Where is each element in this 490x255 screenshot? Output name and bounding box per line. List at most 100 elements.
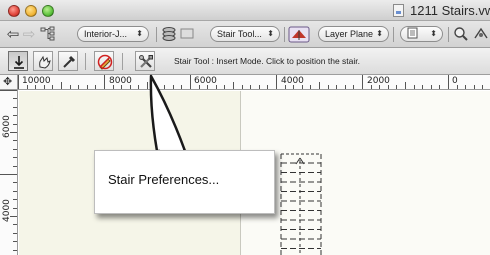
layer-plane-dropdown[interactable]: Layer Plane ⬍ xyxy=(318,26,389,42)
ruler-tick xyxy=(13,182,17,184)
ruler-tick xyxy=(13,98,17,100)
back-arrow-icon[interactable]: ⇦ xyxy=(6,26,20,43)
horizontal-ruler[interactable]: 10000 8000 6000 4000 2000 0 xyxy=(18,75,490,90)
stair-preferences-button[interactable] xyxy=(135,51,155,71)
dropdown-arrows-icon: ⬍ xyxy=(376,29,383,38)
ruler-tick xyxy=(405,82,406,89)
toolbar-divider xyxy=(393,27,394,42)
ruler-tick xyxy=(61,82,62,89)
zoom-window-button[interactable] xyxy=(42,5,54,17)
class-hierarchy-icon[interactable] xyxy=(40,26,58,43)
toolbar-divider xyxy=(284,27,285,42)
ruler-tick xyxy=(13,157,17,159)
ruler-tick xyxy=(336,85,338,89)
flyover-icon[interactable] xyxy=(288,26,310,43)
insert-arrow-icon xyxy=(14,56,24,69)
ruler-tick xyxy=(190,75,191,89)
ruler-tick xyxy=(13,199,17,201)
mode-divider xyxy=(85,53,86,70)
minimize-window-button[interactable] xyxy=(25,5,37,17)
ruler-label: 2000 xyxy=(367,76,390,86)
ruler-tick xyxy=(319,82,320,89)
active-class-value: Interior-J... xyxy=(84,29,128,39)
ruler-tick xyxy=(422,85,424,89)
ruler-tick xyxy=(473,85,475,89)
ruler-tick xyxy=(310,85,312,89)
ruler-tick xyxy=(224,85,226,89)
ruler-label: 10000 xyxy=(22,76,51,86)
alignment-mode-button[interactable] xyxy=(33,51,53,71)
insert-mode-button[interactable] xyxy=(8,51,28,71)
ruler-tick xyxy=(13,207,17,209)
forward-arrow-icon[interactable]: ⇨ xyxy=(22,26,36,43)
ruler-tick xyxy=(344,85,346,89)
ruler-tick xyxy=(13,106,17,108)
ruler-tick xyxy=(13,165,17,167)
saved-view-icon[interactable] xyxy=(180,26,194,43)
ruler-tick xyxy=(258,85,260,89)
ruler-tick xyxy=(439,85,441,89)
ruler-label: 4000 xyxy=(281,76,304,86)
ruler-tick xyxy=(104,75,105,89)
eyedropper-icon xyxy=(63,55,76,68)
layer-stack-icon[interactable] xyxy=(161,26,177,43)
ruler-origin-corner[interactable]: ✥ xyxy=(0,75,18,90)
ruler-tick xyxy=(413,85,415,89)
ruler-tick xyxy=(164,85,166,89)
pickup-mode-button[interactable] xyxy=(58,51,78,71)
ruler-label: 6000 xyxy=(194,76,217,86)
ruler-tick xyxy=(241,85,243,89)
dropdown-arrows-icon: ⬍ xyxy=(430,29,437,38)
mode-divider xyxy=(122,53,123,70)
page-icon xyxy=(407,27,418,39)
mode-help-text: Stair Tool : Insert Mode. Click to posit… xyxy=(174,56,360,66)
ruler-tick xyxy=(52,85,54,89)
ruler-tick xyxy=(13,224,17,226)
ruler-tick xyxy=(362,75,363,89)
ruler-tick xyxy=(13,148,17,150)
ruler-tick xyxy=(13,115,17,117)
page-view-dropdown[interactable]: ⬍ xyxy=(400,26,443,42)
document-icon xyxy=(393,4,404,17)
ruler-label: 4000 xyxy=(2,199,12,222)
ruler-tick xyxy=(267,85,269,89)
close-window-button[interactable] xyxy=(8,5,20,17)
active-tool-dropdown[interactable]: Stair Tool... ⬍ xyxy=(210,26,280,42)
active-class-dropdown[interactable]: Interior-J... ⬍ xyxy=(77,26,149,42)
ruler-tick xyxy=(465,85,467,89)
ruler-tick xyxy=(482,85,484,89)
vertical-ruler[interactable]: 6000 4000 xyxy=(0,90,18,255)
ruler-tick xyxy=(86,85,88,89)
toolbar-divider xyxy=(448,27,449,42)
ruler-tick xyxy=(13,249,17,251)
ruler-tick xyxy=(13,241,17,243)
alignment-hand-icon xyxy=(39,55,51,69)
ruler-tick xyxy=(181,85,183,89)
ruler-tick xyxy=(13,140,17,142)
zoom-icon[interactable] xyxy=(453,26,469,43)
ruler-tick xyxy=(147,82,148,89)
callout-text: Stair Preferences... xyxy=(108,172,220,187)
ruler-tick xyxy=(13,232,17,234)
preferences-tools-icon xyxy=(139,55,153,68)
ruler-tick xyxy=(448,75,449,89)
ruler-tick xyxy=(0,174,17,175)
tooltip-callout: Stair Preferences... xyxy=(94,150,275,214)
ruler-tick xyxy=(353,85,355,89)
layer-plane-value: Layer Plane xyxy=(325,29,374,39)
active-tool-value: Stair Tool... xyxy=(217,29,262,39)
flyover-tool-icon[interactable] xyxy=(473,26,489,43)
ruler-tick xyxy=(430,85,432,89)
ruler-tick xyxy=(233,82,234,89)
dropdown-arrows-icon: ⬍ xyxy=(136,29,143,38)
ruler-tick xyxy=(0,90,17,91)
title-bar: 1211 Stairs.vw xyxy=(0,0,490,21)
crosshair-icon: ✥ xyxy=(3,76,13,88)
ruler-tick xyxy=(327,85,329,89)
ruler-tick xyxy=(18,75,19,89)
no-symbol-mode-button[interactable] xyxy=(94,51,114,71)
view-bar: ⇦ ⇨ Interior-J... ⬍ Stair Tool... ⬍ Layer … xyxy=(0,21,490,48)
ruler-tick xyxy=(95,85,97,89)
ruler-tick xyxy=(138,85,140,89)
toolbar-divider xyxy=(156,27,157,42)
